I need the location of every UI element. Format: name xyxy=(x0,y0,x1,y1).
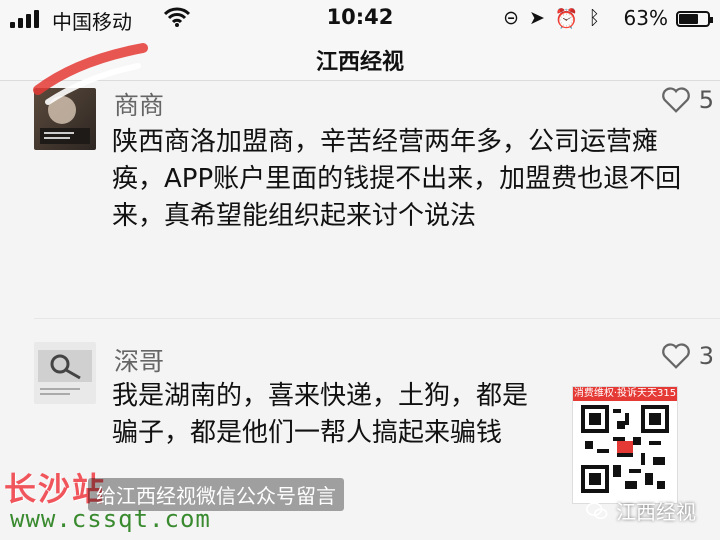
qr-code-panel: 消费维权·投诉天天315 xyxy=(572,386,678,504)
heart-icon xyxy=(661,343,690,369)
like-button[interactable]: 3 xyxy=(661,342,714,370)
lock-rotation-icon: ⊝ xyxy=(503,7,519,29)
divider xyxy=(34,318,720,319)
comment-author: 深哥 xyxy=(114,347,165,376)
qr-code-icon xyxy=(581,405,669,493)
avatar[interactable] xyxy=(34,342,96,404)
channel-logo-icon xyxy=(33,43,148,105)
status-bar: 中国移动 10:42 ⊝ ➤ ⏰ ᛒ 63% xyxy=(0,0,720,38)
qr-label: 消费维权·投诉天天315 xyxy=(573,387,677,401)
heart-icon xyxy=(661,87,690,113)
brand-badge: 江西经视 xyxy=(586,496,696,525)
bluetooth-icon: ᛒ xyxy=(588,7,600,29)
battery-percent: 63% xyxy=(623,6,668,30)
like-count: 3 xyxy=(698,342,714,370)
video-subtitle: 给江西经视微信公众号留言 xyxy=(88,478,344,511)
like-button[interactable]: 5 xyxy=(661,86,714,114)
wechat-icon xyxy=(586,501,608,519)
comment-item: 商商 5 陕西商洛加盟商，辛苦经营两年多，公司运营瘫痪，APP账户里面的钱提不出… xyxy=(0,80,720,310)
like-count: 5 xyxy=(698,86,714,114)
brand-name: 江西经视 xyxy=(616,500,696,524)
comment-text: 我是湖南的，喜来快递，土狗，都是骗子，都是他们一帮人搞起来骗钱 xyxy=(112,381,529,448)
comment-text: 陕西商洛加盟商，辛苦经营两年多，公司运营瘫痪，APP账户里面的钱提不出来，加盟费… xyxy=(112,127,682,231)
location-icon: ➤ xyxy=(529,7,545,29)
alarm-icon: ⏰ xyxy=(554,8,579,30)
battery-icon xyxy=(676,11,713,27)
clock: 10:42 xyxy=(326,5,394,29)
